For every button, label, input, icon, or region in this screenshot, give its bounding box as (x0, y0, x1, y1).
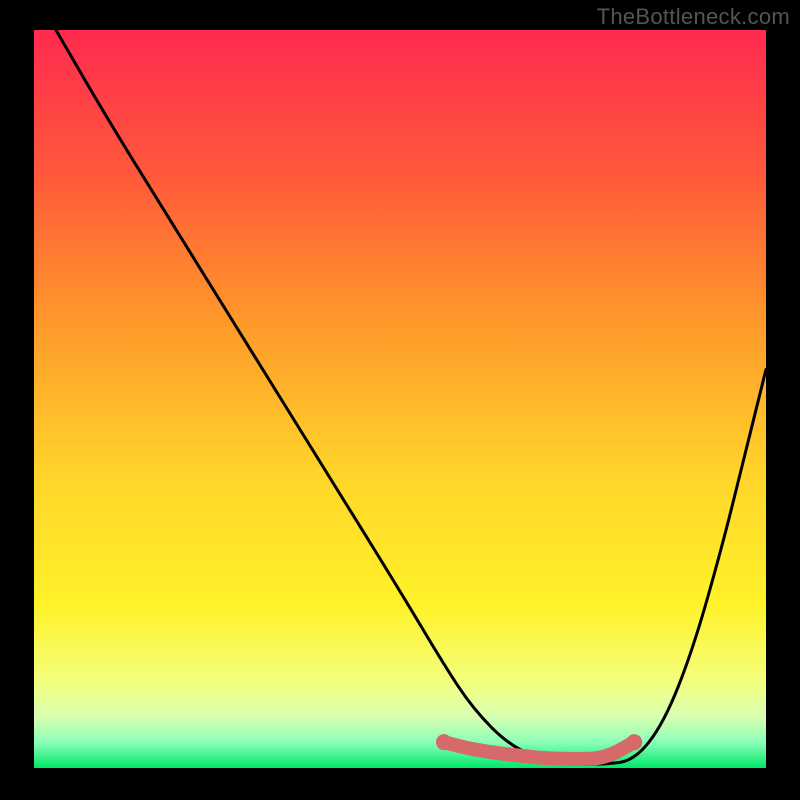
watermark-text: TheBottleneck.com (597, 4, 790, 30)
chart-frame: TheBottleneck.com (0, 0, 800, 800)
bottleneck-chart (0, 0, 800, 800)
optimal-range-end-dot (626, 734, 642, 750)
gradient-background (34, 30, 766, 768)
optimal-range-start-dot (436, 734, 452, 750)
